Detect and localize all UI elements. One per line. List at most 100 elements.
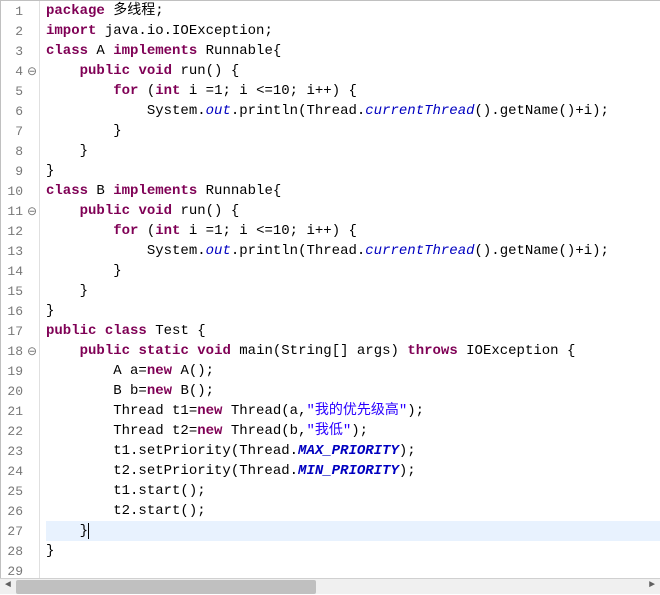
token-kw: for bbox=[113, 83, 138, 99]
code-line[interactable]: Thread t2=new Thread(b,"我低"); bbox=[46, 421, 660, 441]
gutter-row: 9 bbox=[1, 161, 39, 181]
gutter-row: 19 bbox=[1, 361, 39, 381]
line-number: 25 bbox=[1, 484, 25, 499]
token-norm: B bbox=[88, 183, 113, 199]
line-number: 5 bbox=[1, 84, 25, 99]
code-line[interactable]: public void run() { bbox=[46, 201, 660, 221]
scroll-thumb[interactable] bbox=[16, 580, 316, 594]
code-line[interactable]: import java.io.IOException; bbox=[46, 21, 660, 41]
token-kw: package bbox=[46, 3, 105, 19]
code-line[interactable]: public class Test { bbox=[46, 321, 660, 341]
token-norm: } bbox=[46, 523, 88, 539]
fold-icon[interactable]: ⊖ bbox=[25, 344, 39, 359]
code-editor[interactable]: 1234⊖567891011⊖12131415161718⊖1920212223… bbox=[0, 0, 660, 594]
token-norm: ); bbox=[407, 403, 424, 419]
token-norm: run() { bbox=[172, 63, 239, 79]
token-kw: int bbox=[155, 223, 180, 239]
code-line[interactable]: A a=new A(); bbox=[46, 361, 660, 381]
code-line[interactable]: for (int i =1; i <=10; i++) { bbox=[46, 221, 660, 241]
horizontal-scrollbar[interactable]: ◄ ► bbox=[0, 578, 660, 594]
token-norm: } bbox=[46, 303, 54, 319]
line-gutter: 1234⊖567891011⊖12131415161718⊖1920212223… bbox=[1, 1, 40, 594]
token-kw: new bbox=[147, 383, 172, 399]
fold-icon[interactable]: ⊖ bbox=[25, 204, 39, 219]
gutter-row: 6 bbox=[1, 101, 39, 121]
gutter-row: 5 bbox=[1, 81, 39, 101]
code-line[interactable]: Thread t1=new Thread(a,"我的优先级高"); bbox=[46, 401, 660, 421]
token-norm: System. bbox=[46, 103, 206, 119]
code-line[interactable]: t2.start(); bbox=[46, 501, 660, 521]
fold-icon[interactable]: ⊖ bbox=[25, 64, 39, 79]
code-line[interactable]: public void run() { bbox=[46, 61, 660, 81]
token-norm: i =1; i <=10; i++) { bbox=[180, 83, 356, 99]
gutter-row: 8 bbox=[1, 141, 39, 161]
gutter-row: 18⊖ bbox=[1, 341, 39, 361]
gutter-row: 23 bbox=[1, 441, 39, 461]
token-norm: } bbox=[46, 283, 88, 299]
line-number: 22 bbox=[1, 424, 25, 439]
code-line[interactable]: } bbox=[46, 261, 660, 281]
token-norm: B b= bbox=[46, 383, 147, 399]
gutter-row: 24 bbox=[1, 461, 39, 481]
code-area[interactable]: package 多线程;import java.io.IOException;c… bbox=[40, 1, 660, 594]
scroll-right-arrow[interactable]: ► bbox=[644, 579, 660, 595]
code-line[interactable]: package 多线程; bbox=[46, 1, 660, 21]
token-norm: A bbox=[88, 43, 113, 59]
token-kw: throws bbox=[407, 343, 457, 359]
code-line[interactable]: } bbox=[46, 161, 660, 181]
line-number: 18 bbox=[1, 344, 25, 359]
code-line[interactable]: } bbox=[46, 301, 660, 321]
token-kw: int bbox=[155, 83, 180, 99]
code-line[interactable]: class B implements Runnable{ bbox=[46, 181, 660, 201]
code-line[interactable]: } bbox=[46, 121, 660, 141]
line-number: 26 bbox=[1, 504, 25, 519]
token-norm: t1.start(); bbox=[46, 483, 206, 499]
token-field: currentThread bbox=[365, 243, 474, 259]
token-kw: void bbox=[197, 343, 231, 359]
token-norm: 多线程; bbox=[105, 3, 164, 19]
token-norm: t2.setPriority(Thread. bbox=[46, 463, 298, 479]
code-line[interactable]: } bbox=[46, 141, 660, 161]
token-norm: ().getName()+i); bbox=[475, 243, 609, 259]
gutter-row: 20 bbox=[1, 381, 39, 401]
token-norm: ( bbox=[138, 223, 155, 239]
code-line[interactable]: t1.setPriority(Thread.MAX_PRIORITY); bbox=[46, 441, 660, 461]
token-norm bbox=[46, 63, 80, 79]
code-line[interactable]: System.out.println(Thread.currentThread(… bbox=[46, 241, 660, 261]
token-norm: .println(Thread. bbox=[231, 243, 365, 259]
gutter-row: 7 bbox=[1, 121, 39, 141]
token-norm bbox=[96, 323, 104, 339]
token-field: currentThread bbox=[365, 103, 474, 119]
token-norm: i =1; i <=10; i++) { bbox=[180, 223, 356, 239]
code-line[interactable]: B b=new B(); bbox=[46, 381, 660, 401]
code-line[interactable]: } bbox=[46, 281, 660, 301]
token-norm bbox=[46, 343, 80, 359]
line-number: 14 bbox=[1, 264, 25, 279]
code-line[interactable]: System.out.println(Thread.currentThread(… bbox=[46, 101, 660, 121]
line-number: 9 bbox=[1, 164, 25, 179]
token-kw: for bbox=[113, 223, 138, 239]
token-kw: new bbox=[197, 423, 222, 439]
token-kw: new bbox=[197, 403, 222, 419]
token-kw: public bbox=[46, 323, 96, 339]
line-number: 6 bbox=[1, 104, 25, 119]
code-line[interactable]: } bbox=[46, 541, 660, 561]
token-norm: } bbox=[46, 163, 54, 179]
token-norm: } bbox=[46, 143, 88, 159]
gutter-row: 28 bbox=[1, 541, 39, 561]
token-norm: ().getName()+i); bbox=[475, 103, 609, 119]
token-norm bbox=[189, 343, 197, 359]
token-norm bbox=[46, 203, 80, 219]
token-norm: ); bbox=[351, 423, 368, 439]
line-number: 28 bbox=[1, 544, 25, 559]
token-str: "我的优先级高" bbox=[306, 403, 407, 419]
code-line[interactable]: } bbox=[46, 521, 660, 541]
scroll-left-arrow[interactable]: ◄ bbox=[0, 579, 16, 595]
code-line[interactable]: t2.setPriority(Thread.MIN_PRIORITY); bbox=[46, 461, 660, 481]
code-line[interactable]: class A implements Runnable{ bbox=[46, 41, 660, 61]
code-line[interactable]: t1.start(); bbox=[46, 481, 660, 501]
code-line[interactable]: public static void main(String[] args) t… bbox=[46, 341, 660, 361]
code-line[interactable]: for (int i =1; i <=10; i++) { bbox=[46, 81, 660, 101]
token-kw: implements bbox=[113, 43, 197, 59]
line-number: 20 bbox=[1, 384, 25, 399]
